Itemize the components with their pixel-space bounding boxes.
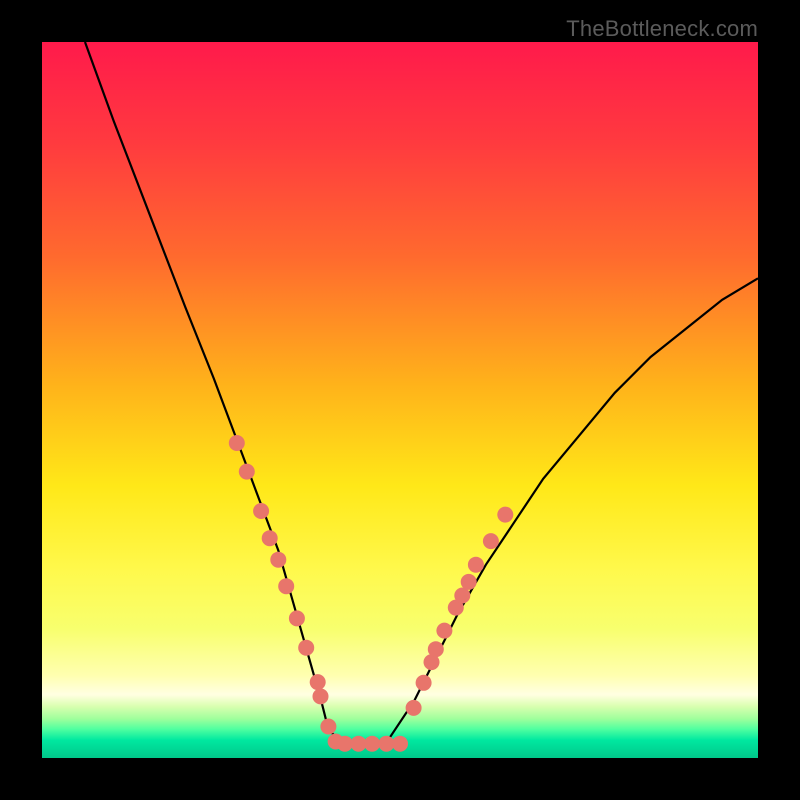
curve-layer — [42, 42, 758, 758]
highlight-dot — [298, 640, 314, 656]
highlight-dot — [468, 557, 484, 573]
highlight-dot — [436, 623, 452, 639]
highlight-dot — [320, 719, 336, 735]
bottleneck-curve — [85, 42, 758, 744]
highlight-dot — [229, 435, 245, 451]
highlight-dot — [270, 552, 286, 568]
highlight-dot — [483, 533, 499, 549]
highlight-dot — [262, 530, 278, 546]
chart-frame: TheBottleneck.com — [0, 0, 800, 800]
highlight-dot — [313, 688, 329, 704]
highlight-dot — [406, 700, 422, 716]
highlight-dot — [454, 588, 470, 604]
highlight-dot — [428, 641, 444, 657]
highlight-dot — [392, 736, 408, 752]
highlight-dot — [253, 503, 269, 519]
highlight-dot — [497, 507, 513, 523]
highlight-dot — [278, 578, 294, 594]
watermark-label: TheBottleneck.com — [566, 16, 758, 42]
highlight-dot — [364, 736, 380, 752]
highlight-dot — [289, 610, 305, 626]
highlight-dot — [239, 464, 255, 480]
highlight-dot — [461, 574, 477, 590]
highlight-dot — [310, 674, 326, 690]
highlight-dot — [416, 675, 432, 691]
